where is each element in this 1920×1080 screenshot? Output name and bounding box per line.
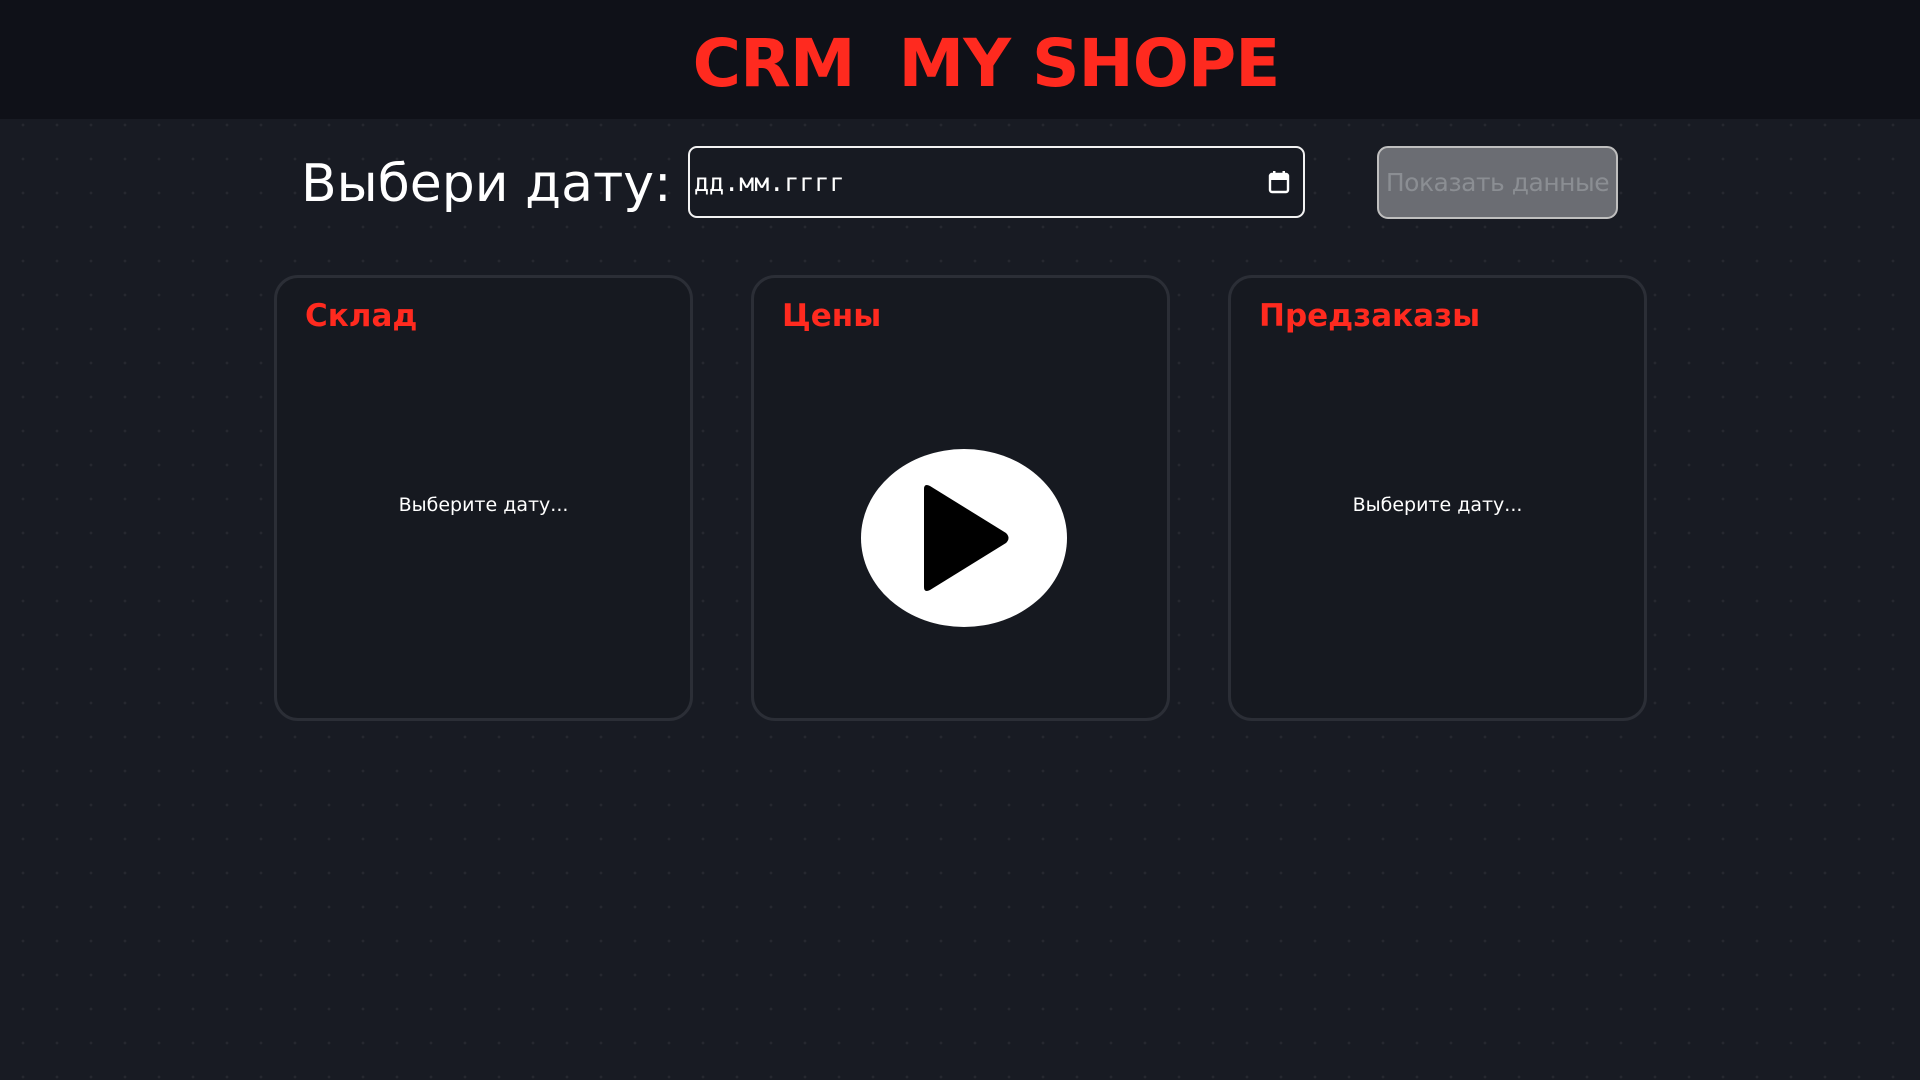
calendar-icon[interactable] (1265, 168, 1293, 196)
card-placeholder: Выберите дату... (1352, 494, 1523, 516)
app-header: CRM MY SHOPE (0, 0, 1920, 119)
card-title: Цены (782, 298, 882, 334)
show-data-button[interactable]: Показать данные (1377, 146, 1618, 219)
card-placeholder: Выберите дату... (398, 494, 569, 516)
card-warehouse: Склад Выберите дату... (274, 275, 693, 721)
card-title: Предзаказы (1259, 298, 1481, 334)
date-label: Выбери дату: (301, 154, 672, 214)
play-icon[interactable] (861, 449, 1067, 627)
app-title: CRM MY SHOPE (692, 25, 1281, 102)
card-preorders: Предзаказы Выберите дату... (1228, 275, 1647, 721)
card-prices: Цены (751, 275, 1170, 721)
card-title: Склад (305, 298, 418, 334)
date-input[interactable]: дд.мм.гггг (688, 146, 1305, 218)
date-input-value: дд.мм.гггг (694, 167, 845, 197)
